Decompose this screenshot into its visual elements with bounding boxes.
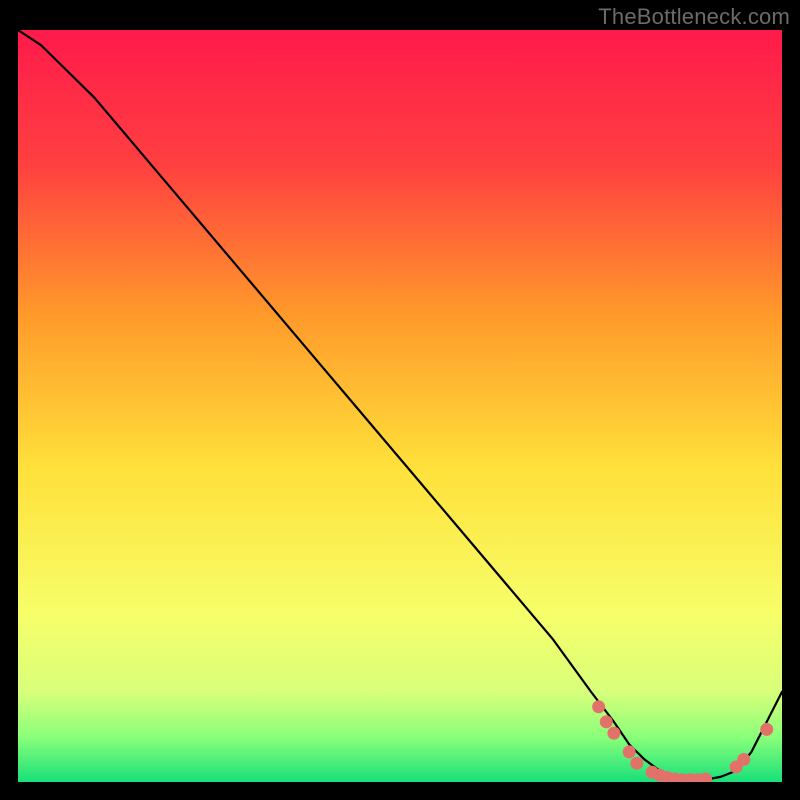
data-marker [630,757,643,770]
bottleneck-chart [18,30,782,782]
chart-frame: TheBottleneck.com [0,0,800,800]
plot-area [18,30,782,782]
data-marker [623,745,636,758]
data-marker [760,723,773,736]
data-marker [607,727,620,740]
data-marker [592,700,605,713]
watermark-text: TheBottleneck.com [598,4,790,30]
data-marker [737,753,750,766]
data-marker [600,715,613,728]
